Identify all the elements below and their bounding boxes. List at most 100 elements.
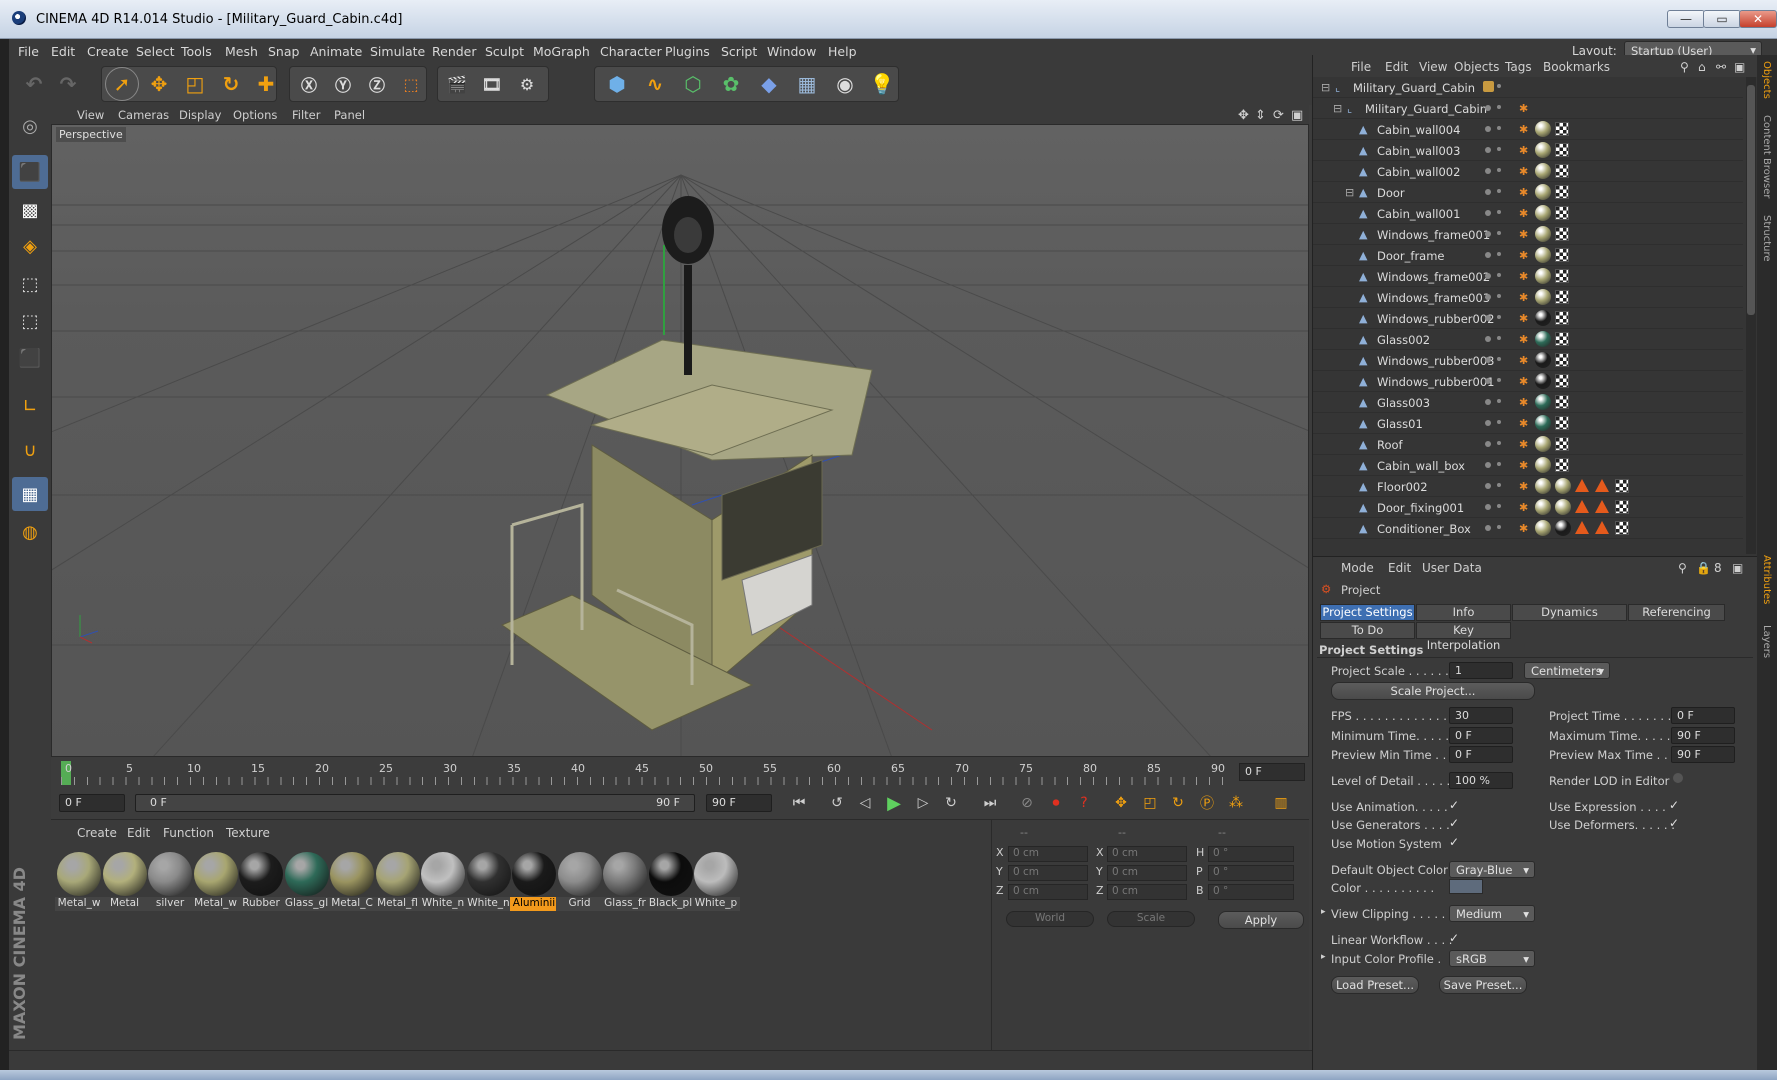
- go-to-start-icon[interactable]: ⏮: [787, 791, 811, 815]
- material-tag-icon[interactable]: [1535, 394, 1551, 410]
- object-row[interactable]: ▲ Cabin_wall002 ✱: [1313, 161, 1743, 182]
- viewport-rotate-icon[interactable]: ⟳: [1273, 108, 1284, 123]
- project-scale-field[interactable]: 1: [1449, 662, 1513, 679]
- coord-rotation-field[interactable]: 0 °: [1208, 846, 1294, 862]
- material-tag-icon[interactable]: [1535, 226, 1551, 242]
- viewport-menu-view[interactable]: View: [77, 108, 104, 122]
- 3d-viewport[interactable]: Perspective: [51, 124, 1309, 757]
- material-swatch[interactable]: White_n: [419, 850, 467, 912]
- objects-menu-bookmarks[interactable]: Bookmarks: [1543, 60, 1610, 74]
- material-tag-icon[interactable]: [1535, 373, 1551, 389]
- go-to-end-icon[interactable]: ⏭: [978, 791, 1002, 815]
- uvw-tag-icon[interactable]: [1615, 500, 1629, 514]
- render-visibility-dot[interactable]: [1497, 504, 1501, 508]
- uvw-tag-icon[interactable]: [1555, 164, 1569, 178]
- viewport-menu-cameras[interactable]: Cameras: [118, 108, 169, 122]
- viewport-menu-filter[interactable]: Filter: [292, 108, 320, 122]
- menu-snap[interactable]: Snap: [268, 44, 299, 59]
- play-icon[interactable]: ▶: [882, 791, 906, 815]
- expand-arrow-icon[interactable]: ▸: [1321, 907, 1326, 917]
- timeline-ruler[interactable]: 0 5 10 15 20 25 30 35 40 45 50 55 60 65 …: [51, 757, 1309, 787]
- spline-icon[interactable]: ∿: [638, 67, 672, 101]
- object-row[interactable]: ▲ Cabin_wall_box ✱: [1313, 455, 1743, 476]
- view-clipping-select[interactable]: Medium ▾: [1449, 905, 1535, 922]
- use-expression-checkbox[interactable]: ✓: [1669, 799, 1682, 812]
- expand-toggle-icon[interactable]: ⊟: [1345, 186, 1357, 199]
- viewport-zoom-icon[interactable]: ⇕: [1255, 108, 1266, 123]
- link-icon[interactable]: ⚯: [1716, 60, 1726, 74]
- uvw-tag-icon[interactable]: [1555, 269, 1569, 283]
- viewport-menu-panel[interactable]: Panel: [334, 108, 365, 122]
- pin-icon[interactable]: 8: [1714, 561, 1722, 575]
- material-swatch[interactable]: Metal_C: [328, 850, 376, 912]
- tab-layers[interactable]: Layers: [1761, 625, 1772, 658]
- phong-tag-icon[interactable]: ✱: [1519, 375, 1531, 388]
- uvw-tag-icon[interactable]: [1555, 122, 1569, 136]
- key-rotation-icon[interactable]: ↻: [1166, 791, 1190, 815]
- new-window-icon[interactable]: ▣: [1732, 561, 1743, 575]
- phong-tag-icon[interactable]: ✱: [1519, 396, 1531, 409]
- material-menu-function[interactable]: Function: [163, 826, 214, 840]
- render-visibility-dot[interactable]: [1497, 441, 1501, 445]
- material-tag-icon[interactable]: [1535, 268, 1551, 284]
- material-swatch[interactable]: Glass_fr: [601, 850, 649, 912]
- menu-animate[interactable]: Animate: [310, 44, 362, 59]
- snap-magnet-icon[interactable]: ∪: [12, 433, 48, 467]
- material-tag-icon[interactable]: [1535, 163, 1551, 179]
- uvw-tag-icon[interactable]: [1555, 248, 1569, 262]
- menu-file[interactable]: File: [18, 44, 39, 59]
- maximize-button[interactable]: ▭: [1703, 10, 1741, 28]
- material-swatch[interactable]: Rubber: [237, 850, 285, 912]
- end-frame-field[interactable]: 90 F: [706, 794, 772, 812]
- coordinate-system-icon[interactable]: ⬚: [394, 67, 428, 101]
- color-swatch[interactable]: [1449, 879, 1483, 894]
- render-visibility-dot[interactable]: [1497, 147, 1501, 151]
- object-row[interactable]: ▲ Cabin_wall001 ✱: [1313, 203, 1743, 224]
- previous-key-icon[interactable]: ↺: [825, 791, 849, 815]
- editor-visibility-dot[interactable]: [1485, 462, 1491, 468]
- array-icon[interactable]: ✿: [714, 67, 748, 101]
- viewport-maximize-icon[interactable]: ▣: [1291, 108, 1303, 123]
- phong-tag-icon[interactable]: ✱: [1519, 186, 1531, 199]
- render-visibility-dot[interactable]: [1497, 336, 1501, 340]
- key-parameter-icon[interactable]: Ⓟ: [1195, 791, 1219, 815]
- editor-visibility-dot[interactable]: [1485, 231, 1491, 237]
- next-key-icon[interactable]: ↻: [939, 791, 963, 815]
- editor-visibility-dot[interactable]: [1485, 357, 1491, 363]
- input-color-profile-select[interactable]: sRGB ▾: [1449, 950, 1535, 967]
- material-tag-icon[interactable]: [1535, 457, 1551, 473]
- selection-tag-icon[interactable]: [1575, 479, 1589, 492]
- phong-tag-icon[interactable]: ✱: [1519, 249, 1531, 262]
- scale-icon[interactable]: ◰: [178, 67, 212, 101]
- editor-visibility-dot[interactable]: [1485, 105, 1491, 111]
- material-tag-icon[interactable]: [1535, 415, 1551, 431]
- use-deformers-checkbox[interactable]: ✓: [1669, 817, 1682, 830]
- phong-tag-icon[interactable]: ✱: [1519, 144, 1531, 157]
- polygons-mode-icon[interactable]: ⬛: [12, 341, 48, 375]
- uvw-tag-icon[interactable]: [1615, 479, 1629, 493]
- coord-rotation-field[interactable]: 0 °: [1208, 884, 1294, 900]
- render-visibility-dot[interactable]: [1497, 399, 1501, 403]
- material-tag-icon[interactable]: [1535, 205, 1551, 221]
- uvw-tag-icon[interactable]: [1555, 143, 1569, 157]
- editor-visibility-dot[interactable]: [1485, 420, 1491, 426]
- range-slider[interactable]: 0 F 90 F: [135, 794, 695, 812]
- render-view-icon[interactable]: 🎬: [440, 67, 474, 101]
- editor-visibility-dot[interactable]: [1485, 189, 1491, 195]
- key-position-icon[interactable]: ✥: [1109, 791, 1133, 815]
- object-row[interactable]: ⊟ ⌞ Military_Guard_Cabin ✱: [1313, 98, 1743, 119]
- scale-select[interactable]: Scale: [1107, 911, 1195, 927]
- object-row[interactable]: ▲ Windows_frame001 ✱: [1313, 224, 1743, 245]
- objects-menu-file[interactable]: File: [1351, 60, 1371, 74]
- live-selection-icon[interactable]: ➚: [105, 67, 139, 101]
- tab-info[interactable]: Info: [1416, 604, 1511, 621]
- object-row[interactable]: ▲ Windows_rubber002 ✱: [1313, 308, 1743, 329]
- viewport-menu-display[interactable]: Display: [179, 108, 221, 122]
- coord-size-field[interactable]: 0 cm: [1107, 865, 1187, 881]
- menu-simulate[interactable]: Simulate: [370, 44, 425, 59]
- editor-visibility-dot[interactable]: [1485, 441, 1491, 447]
- editor-visibility-dot[interactable]: [1485, 210, 1491, 216]
- material-swatch[interactable]: Metal_fl: [373, 850, 422, 912]
- phong-tag-icon[interactable]: ✱: [1519, 459, 1531, 472]
- project-scale-unit-select[interactable]: Centimeters ▾: [1524, 662, 1610, 679]
